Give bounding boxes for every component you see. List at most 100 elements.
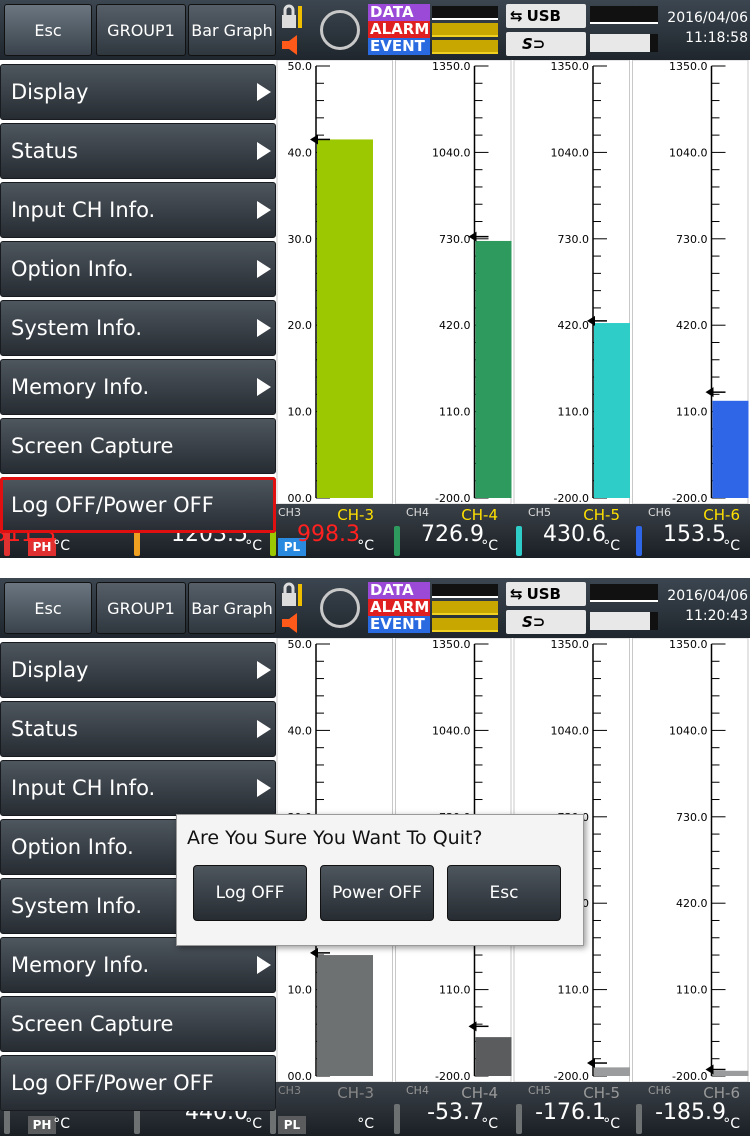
- channel-color-bar: [636, 526, 642, 556]
- menu-item-label: System Info.: [11, 894, 143, 918]
- channel-tag: CH6: [648, 506, 671, 519]
- status-labels: DATA ALARM EVENT: [368, 4, 430, 55]
- usb-icon: ⇆: [510, 585, 523, 603]
- channel-unit: °C: [245, 538, 262, 554]
- menu-item-log-off-power-off[interactable]: Log OFF/Power OFF: [0, 1055, 276, 1111]
- tick-label: 1040.0: [432, 146, 471, 159]
- channel-color-bar: [394, 526, 400, 556]
- channel-unit: °C: [481, 538, 498, 554]
- tick-label: -200.0: [672, 1070, 707, 1082]
- arrow-right-icon: [257, 260, 271, 278]
- dialog-title: Are You Sure You Want To Quit?: [187, 827, 483, 849]
- speaker-icon: [280, 34, 306, 56]
- channel-unit: °C: [53, 1116, 70, 1132]
- dialog-esc-button[interactable]: Esc: [447, 865, 561, 921]
- menu-item-display[interactable]: Display: [0, 64, 276, 120]
- quit-confirm-dialog: Are You Sure You Want To Quit? Log OFF P…: [176, 814, 584, 946]
- channel-cell-ch3[interactable]: CH3 CH-3 PL °C: [270, 1082, 382, 1136]
- channel-value: 998.3: [297, 522, 360, 547]
- menu-item-screen-capture[interactable]: Screen Capture: [0, 418, 276, 474]
- channel-cell-ch5[interactable]: CH5 CH-5 430.6 °C: [516, 504, 628, 558]
- menu-item-input-ch-info[interactable]: Input CH Info.: [0, 182, 276, 238]
- tick-label: 10.0: [288, 406, 313, 419]
- tick-label: -200.0: [435, 1070, 470, 1082]
- event-label: EVENT: [368, 616, 430, 633]
- menu-item-system-info[interactable]: System Info.: [0, 300, 276, 356]
- menu-item-status[interactable]: Status: [0, 123, 276, 179]
- tick-label: 1350.0: [432, 60, 471, 73]
- date-text: 2016/04/06: [667, 588, 748, 604]
- bar-fill: [712, 400, 749, 498]
- tick-label: 420.0: [558, 319, 590, 332]
- tick-label: 420.0: [676, 319, 708, 332]
- tick-label: 40.0: [288, 146, 313, 159]
- side-menu: Display Status Input CH Info. Option Inf…: [0, 64, 276, 536]
- view-mode-button[interactable]: Bar Graph: [188, 582, 276, 634]
- menu-item-display[interactable]: Display: [0, 642, 276, 698]
- menu-item-label: Log OFF/Power OFF: [11, 493, 214, 517]
- status-labels: DATA ALARM EVENT: [368, 582, 430, 633]
- screen-2: Esc GROUP1 Bar Graph DATA ALARM EVENT ⇆ …: [0, 578, 750, 1136]
- menu-item-memory-info[interactable]: Memory Info.: [0, 359, 276, 415]
- alarm-meter: [432, 601, 498, 615]
- menu-item-label: Input CH Info.: [11, 776, 156, 800]
- channel-name: CH-3: [337, 1084, 374, 1102]
- channel-cell-ch3[interactable]: CH3 CH-3 PL 998.3 °C: [270, 504, 382, 558]
- column-frame: [632, 638, 749, 1082]
- sd-meter: [590, 612, 658, 630]
- group-button[interactable]: GROUP1: [96, 582, 186, 634]
- bar-graph-chart: 50.0 40.0 30.0 20.0 10.0 00.0 1350.0 1040.0 730.…: [276, 60, 749, 504]
- view-mode-button[interactable]: Bar Graph: [188, 4, 276, 56]
- channel-cell-ch6[interactable]: CH6 CH-6 153.5 °C: [636, 504, 748, 558]
- esc-button[interactable]: Esc: [4, 582, 92, 634]
- channel-tag: CH3: [278, 506, 301, 519]
- tick-label: 40.0: [288, 724, 313, 737]
- channel-cell-ch4[interactable]: CH4 CH-4 -53.7 °C: [394, 1082, 506, 1136]
- channel-unit: °C: [723, 1116, 740, 1132]
- tick-label: 420.0: [439, 319, 471, 332]
- menu-item-label: Log OFF/Power OFF: [11, 1071, 214, 1095]
- tick-label: 110.0: [676, 984, 708, 997]
- channel-cell-ch5[interactable]: CH5 CH-5 -176.1 °C: [516, 1082, 628, 1136]
- usb-meter: [590, 584, 658, 602]
- bar-fill: [317, 139, 373, 498]
- tick-label: 10.0: [288, 984, 313, 997]
- alarm-label: ALARM: [368, 598, 430, 616]
- channel-color-bar: [516, 526, 522, 556]
- channel-value: 153.5: [663, 522, 726, 547]
- channel-cell-ch4[interactable]: CH4 CH-4 726.9 °C: [394, 504, 506, 558]
- menu-item-label: Memory Info.: [11, 375, 150, 399]
- menu-item-label: Screen Capture: [11, 434, 174, 458]
- sd-card-icon: S⊃: [506, 32, 586, 56]
- menu-item-option-info[interactable]: Option Info.: [0, 241, 276, 297]
- esc-button[interactable]: Esc: [4, 4, 92, 56]
- tick-label: 730.0: [558, 233, 590, 246]
- bar-column: 1350.0 1040.0 730.0 420.0 110.0 -200.0: [513, 60, 630, 504]
- channel-tag: CH5: [528, 1084, 551, 1097]
- power-off-button[interactable]: Power OFF: [320, 865, 434, 921]
- usb-label: USB: [526, 7, 561, 25]
- tick-label: 1040.0: [551, 146, 590, 159]
- menu-item-log-off-power-off[interactable]: Log OFF/Power OFF: [0, 477, 276, 533]
- data-meter: [432, 6, 498, 20]
- channel-unit: °C: [603, 1116, 620, 1132]
- channel-unit: °C: [53, 538, 70, 554]
- menu-item-screen-capture[interactable]: Screen Capture: [0, 996, 276, 1052]
- log-off-button[interactable]: Log OFF: [193, 865, 307, 921]
- sd-meter: [590, 34, 658, 52]
- tick-label: 00.0: [288, 492, 313, 504]
- menu-item-status[interactable]: Status: [0, 701, 276, 757]
- datetime: 2016/04/06 11:18:58: [662, 8, 750, 48]
- group-button[interactable]: GROUP1: [96, 4, 186, 56]
- menu-item-label: Display: [11, 80, 89, 104]
- tick-label: 1040.0: [669, 724, 708, 737]
- channel-value: 430.6: [543, 522, 606, 547]
- tick-label: 1350.0: [669, 638, 708, 651]
- data-label: DATA: [368, 4, 430, 21]
- channel-cell-ch6[interactable]: CH6 CH-6 -185.9 °C: [636, 1082, 748, 1136]
- tick-label: 420.0: [676, 897, 708, 910]
- menu-item-input-ch-info[interactable]: Input CH Info.: [0, 760, 276, 816]
- menu-item-label: Status: [11, 717, 78, 741]
- menu-item-label: Option Info.: [11, 835, 134, 859]
- bar-column: 1350.0 1040.0 730.0 420.0 110.0 -200.0: [632, 60, 749, 504]
